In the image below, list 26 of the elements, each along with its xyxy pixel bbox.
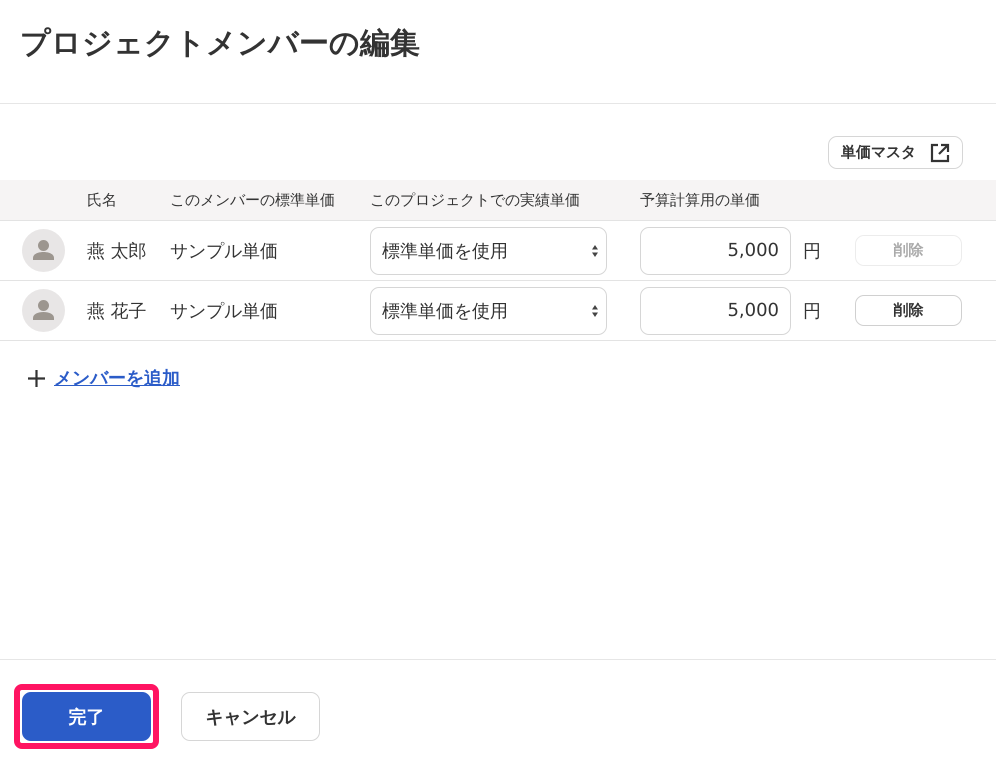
page-title: プロジェクトメンバーの編集: [20, 25, 420, 63]
avatar-icon: [22, 229, 65, 272]
standard-rate: サンプル単価: [170, 300, 278, 322]
member-name: 燕 太郎: [87, 240, 147, 262]
cancel-button[interactable]: キャンセル: [181, 692, 320, 741]
rate-master-button[interactable]: 単価マスタ: [828, 136, 963, 169]
column-header: このメンバーの標準単価: [170, 190, 335, 210]
budget-rate-input[interactable]: 5,000: [640, 286, 791, 334]
up-down-caret-icon: [592, 244, 598, 256]
external-link-icon: [930, 142, 950, 162]
avatar-icon: [22, 289, 65, 332]
column-header: 予算計算用の単価: [640, 190, 760, 210]
member-name: 燕 花子: [87, 300, 147, 322]
currency-unit: 円: [803, 300, 821, 322]
budget-rate-input[interactable]: 5,000: [640, 226, 791, 274]
actual-rate-select[interactable]: 標準単価を使用: [370, 286, 607, 334]
standard-rate: サンプル単価: [170, 240, 278, 262]
plus-icon: [28, 370, 45, 386]
delete-button[interactable]: 削除: [855, 295, 962, 326]
column-header: このプロジェクトでの実績単価: [370, 190, 580, 210]
currency-unit: 円: [803, 240, 821, 262]
column-header: 氏名: [87, 190, 117, 210]
actual-rate-select[interactable]: 標準単価を使用: [370, 226, 607, 274]
add-member-link[interactable]: メンバーを追加: [54, 366, 180, 390]
up-down-caret-icon: [592, 304, 598, 316]
done-button[interactable]: 完了: [22, 692, 151, 741]
